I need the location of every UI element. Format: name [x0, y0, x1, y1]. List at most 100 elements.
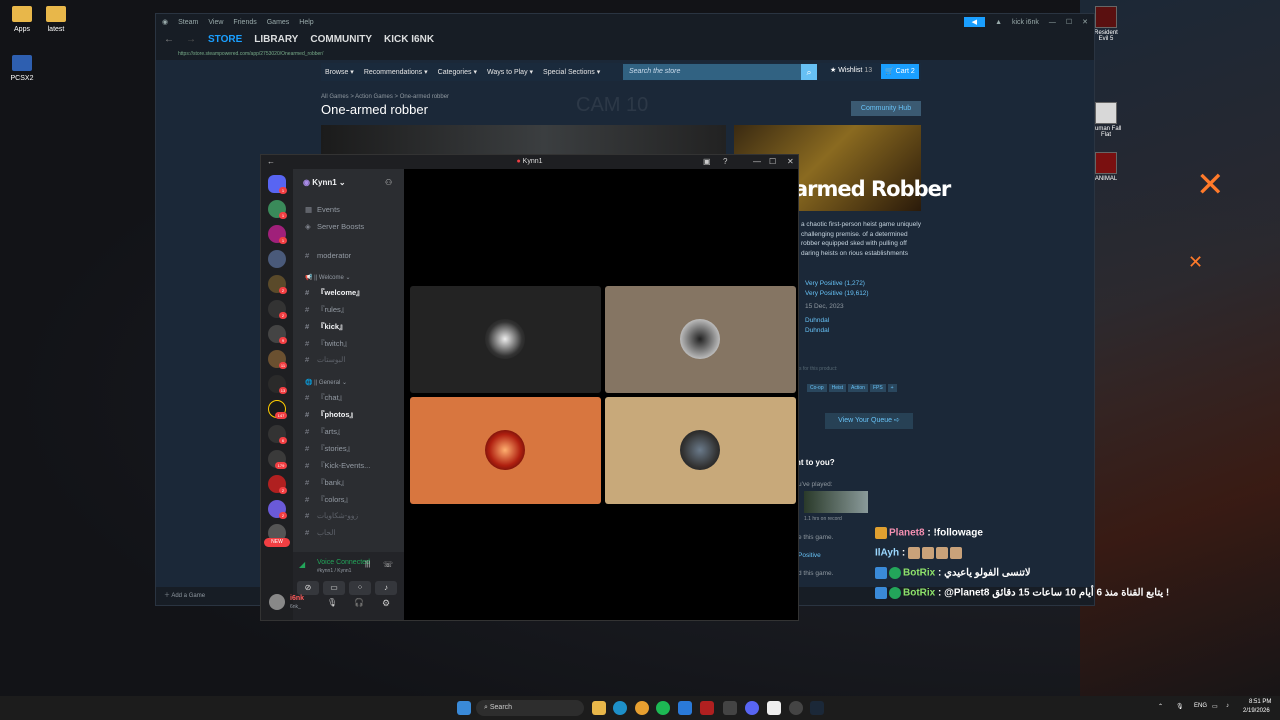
store-icon[interactable]	[678, 701, 692, 715]
channel-bank[interactable]: # 『bank』	[305, 477, 348, 488]
store-search-input[interactable]: Search the store	[623, 64, 801, 80]
channel-posts[interactable]: # البوستات	[305, 355, 345, 364]
desktop-icon-pcsx2[interactable]: PCSX2	[0, 55, 44, 82]
language-indicator[interactable]: ENG	[1194, 703, 1207, 709]
server-name[interactable]: ◉ Kynn1 ⌄	[303, 178, 346, 187]
voice-participant-tile[interactable]	[410, 286, 601, 393]
voice-participant-tile[interactable]	[410, 397, 601, 504]
tray-chevron-icon[interactable]: ⌃	[1158, 703, 1163, 710]
username[interactable]: i6nk	[290, 595, 304, 602]
chrome-icon[interactable]	[635, 701, 649, 715]
avatar[interactable]	[269, 594, 285, 610]
channel-colors[interactable]: # 『colors』	[305, 494, 352, 505]
app-icon[interactable]	[789, 701, 803, 715]
tag-co-op[interactable]: Co-op	[807, 384, 827, 392]
voice-status[interactable]: Voice Connected	[317, 559, 370, 566]
back-arrow-icon[interactable]: ←	[164, 34, 174, 45]
maximize-button[interactable]: ☐	[769, 157, 776, 166]
start-icon[interactable]	[457, 701, 471, 715]
channel-kick-events[interactable]: # 『Kick-Events...	[305, 460, 370, 471]
close-button[interactable]: ✕	[1082, 18, 1088, 26]
category-general[interactable]: 🌐 || General ⌄	[305, 379, 347, 386]
server-icon[interactable]	[268, 250, 286, 268]
broadcast-button[interactable]: ◀	[963, 17, 986, 27]
breadcrumb[interactable]: All Games > Action Games > One-armed rob…	[321, 94, 449, 100]
tag-fps[interactable]: FPS	[869, 384, 886, 392]
add-member-icon[interactable]: ⚇	[385, 178, 392, 187]
app-icon[interactable]	[700, 701, 714, 715]
wishlist-button[interactable]: ★ Wishlist 13	[830, 66, 872, 74]
network-icon[interactable]: ▭	[1212, 703, 1218, 710]
microphone-icon[interactable]: 🎙	[327, 598, 337, 607]
activities-button[interactable]: ⁘	[349, 581, 371, 595]
channel-games[interactable]: # الحاب	[305, 528, 336, 537]
file-explorer-icon[interactable]	[592, 701, 606, 715]
maximize-button[interactable]: ☐	[1066, 18, 1072, 26]
nav-profile[interactable]: KICK I6NK	[384, 34, 434, 45]
server-boosts-item[interactable]: ◈ Server Boosts	[305, 222, 364, 231]
tag-heist[interactable]: Heist	[828, 384, 847, 392]
store-nav-recommendations[interactable]: Recommendations ▾	[364, 68, 428, 76]
notifications-icon[interactable]: ▲	[995, 19, 1002, 26]
search-button[interactable]: ⌕	[801, 64, 817, 80]
channel-rules[interactable]: # 『rules』	[305, 304, 348, 315]
noise-suppression-icon[interactable]: |||	[365, 561, 370, 568]
nav-store[interactable]: STORE	[208, 34, 242, 45]
clock-time[interactable]: 8:51 PM	[1249, 699, 1271, 705]
publisher-link[interactable]: Duhndal	[805, 327, 829, 334]
menu-view[interactable]: View	[208, 19, 223, 26]
discord-icon[interactable]	[745, 701, 759, 715]
disconnect-icon[interactable]: ☏	[383, 560, 393, 569]
taskbar-search[interactable]: ⌕ Search	[476, 700, 584, 716]
menu-friends[interactable]: Friends	[233, 19, 256, 26]
channel-photos[interactable]: # 『photos』	[305, 409, 357, 420]
steam-icon[interactable]	[810, 701, 824, 715]
channel-twitch[interactable]: # 『twitch』	[305, 338, 351, 349]
channel-complaints[interactable]: # زوو-شكاويات	[305, 511, 358, 520]
edge-icon[interactable]	[613, 701, 627, 715]
recent-reviews[interactable]: Very Positive (1,272)	[805, 280, 865, 287]
url-bar[interactable]: https://store.steampowered.com/app/27530…	[156, 48, 1094, 60]
voice-channel[interactable]: #kynn1 / Kynn1	[317, 568, 351, 574]
store-nav-categories[interactable]: Categories ▾	[438, 68, 477, 76]
all-reviews[interactable]: Very Positive (19,612)	[805, 290, 869, 297]
minimize-button[interactable]: —	[753, 157, 761, 166]
camera-off-button[interactable]: ⊘	[297, 581, 319, 595]
volume-icon[interactable]: ♪	[1226, 703, 1229, 709]
menu-games[interactable]: Games	[267, 19, 290, 26]
nav-community[interactable]: COMMUNITY	[310, 34, 372, 45]
view-queue-button[interactable]: View Your Queue ➪	[825, 413, 913, 429]
menu-help[interactable]: Help	[299, 19, 313, 26]
store-nav-browse[interactable]: Browse ▾	[325, 68, 354, 76]
help-icon[interactable]: ?	[723, 157, 727, 166]
forward-arrow-icon[interactable]: →	[186, 34, 196, 45]
close-button[interactable]: ✕	[787, 157, 794, 166]
account-menu[interactable]: kick i6nk	[1012, 19, 1039, 26]
cart-button[interactable]: 🛒 Cart 2	[881, 64, 919, 79]
nav-library[interactable]: LIBRARY	[254, 34, 298, 45]
channel-welcome[interactable]: # 『welcome』	[305, 287, 364, 298]
channel-arts[interactable]: # 『arts』	[305, 426, 345, 437]
app-icon[interactable]	[723, 701, 737, 715]
clock-date[interactable]: 2/19/2026	[1243, 708, 1270, 714]
spotify-icon[interactable]	[656, 701, 670, 715]
settings-gear-icon[interactable]: ⚙	[382, 598, 390, 609]
tag-action[interactable]: Action	[848, 384, 868, 392]
played-game-thumbnail[interactable]	[804, 491, 868, 513]
headphones-icon[interactable]: 🎧	[354, 598, 364, 607]
channel-kick[interactable]: # 『kick』	[305, 321, 347, 332]
back-arrow-icon[interactable]: ←	[267, 157, 275, 166]
soundboard-button[interactable]: ♪	[375, 581, 397, 595]
category-welcome[interactable]: 📢 || Welcome ⌄	[305, 274, 351, 281]
store-nav-ways-to-play[interactable]: Ways to Play ▾	[487, 68, 533, 76]
channel-moderator[interactable]: # moderator	[305, 251, 351, 260]
minimize-button[interactable]: —	[1049, 19, 1056, 26]
desktop-icon-latest[interactable]: latest	[34, 6, 78, 33]
screen-share-icon[interactable]: ▣	[703, 157, 711, 166]
new-badge[interactable]: NEW	[264, 538, 290, 547]
developer-link[interactable]: Duhndal	[805, 317, 829, 324]
channel-chat[interactable]: # 『chat』	[305, 392, 346, 403]
channel-stories[interactable]: # 『stories』	[305, 443, 354, 454]
screen-share-button[interactable]: ▭	[323, 581, 345, 595]
events-item[interactable]: ▦ Events	[305, 205, 340, 214]
